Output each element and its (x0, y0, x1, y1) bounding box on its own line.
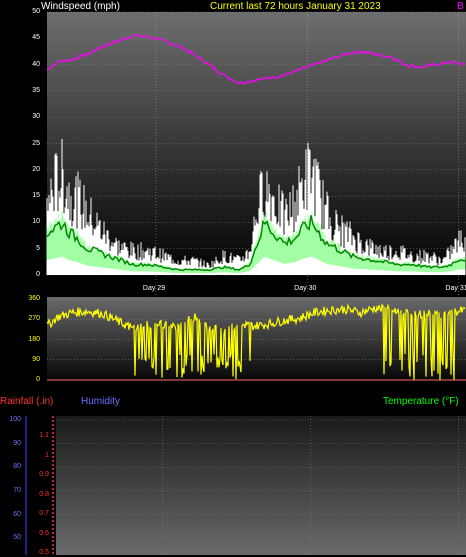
humidity-y-tick: 50 (13, 534, 21, 542)
rain-y-tick: 1.1 (39, 432, 49, 439)
direction-y-tick: 180 (28, 335, 40, 343)
wind-y-tick: 45 (32, 34, 40, 42)
humidity-y-tick: 80 (13, 463, 21, 471)
rain-y-tick: 0.6 (39, 529, 49, 537)
day-label: Day 30 (294, 285, 317, 292)
rain-y-tick: 0.9 (39, 471, 49, 478)
rainfall-label: Rainfall (.in) (0, 396, 54, 407)
wind-y-tick: 0 (36, 271, 40, 278)
temperature-label: Temperature (°F) (383, 396, 459, 407)
windspeed-chart (25, 11, 466, 555)
direction-y-tick: 0 (36, 376, 40, 383)
humidity-y-tick: 70 (13, 486, 21, 494)
humidity-label: Humidity (81, 396, 120, 407)
day-label: Day 31 (445, 285, 466, 292)
rain-humidity-temp-plot-area (56, 416, 466, 555)
wind-y-tick: 40 (32, 60, 40, 68)
rain-y-tick: 1 (45, 451, 49, 459)
wind-y-tick: 5 (36, 244, 40, 252)
rain-y-tick: 0.7 (39, 510, 49, 517)
wind-y-tick: 15 (32, 192, 40, 200)
direction-y-tick: 90 (32, 355, 40, 363)
rain-y-tick: 0.5 (39, 549, 49, 556)
wind-y-tick: 35 (32, 86, 40, 94)
wind-y-tick: 50 (32, 8, 40, 15)
humidity-y-tick: 60 (13, 510, 21, 518)
humidity-y-tick: 100 (9, 416, 21, 423)
wind-y-tick: 20 (32, 165, 40, 173)
wind-y-tick: 25 (32, 139, 40, 147)
humidity-y-tick: 90 (13, 439, 21, 447)
direction-y-tick: 270 (28, 315, 40, 323)
direction-y-tick: 360 (28, 295, 40, 302)
wind-y-tick: 30 (32, 113, 40, 121)
day-label: Day 29 (142, 285, 166, 292)
rain-y-tick: 0.8 (39, 490, 49, 498)
wind-y-tick: 10 (32, 218, 40, 226)
